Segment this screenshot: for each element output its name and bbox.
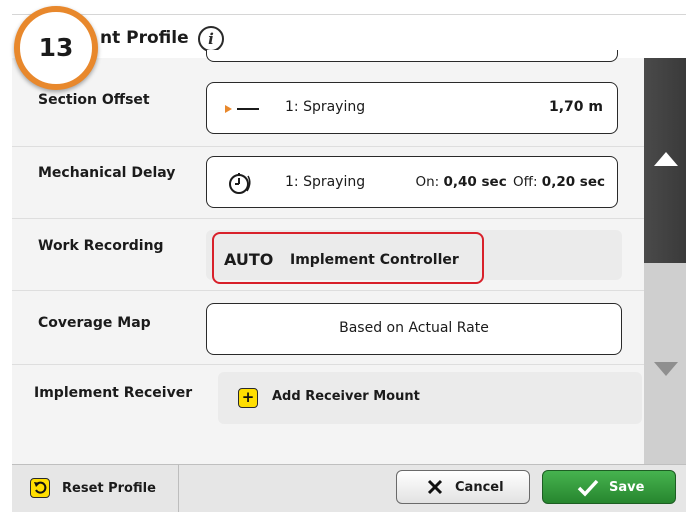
row-divider <box>12 290 644 291</box>
work-recording-mode: AUTO <box>224 250 274 269</box>
add-icon: + <box>238 388 258 408</box>
page-title: nt Profile <box>100 28 189 48</box>
save-check-icon <box>577 479 599 497</box>
cancel-label: Cancel <box>455 480 504 495</box>
delay-off-label: Off: <box>513 174 538 190</box>
scroll-down-icon[interactable] <box>654 362 678 376</box>
scroll-up-icon[interactable] <box>654 152 678 166</box>
row-divider <box>12 218 644 219</box>
row-divider <box>12 146 644 147</box>
section-offset-field[interactable]: 1: Spraying 1,70 m <box>206 82 618 134</box>
step-number-badge: 13 <box>14 6 98 90</box>
delay-values: On: 0,40 sec Off: 0,20 sec <box>415 174 605 190</box>
section-offset-section: 1: Spraying <box>285 99 366 115</box>
work-recording-label: Work Recording <box>38 238 164 254</box>
delay-off-value: 0,20 sec <box>541 174 605 190</box>
coverage-map-field[interactable]: Based on Actual Rate <box>206 303 622 355</box>
implement-receiver-label: Implement Receiver <box>34 385 193 401</box>
footer-divider <box>178 464 179 512</box>
cancel-x-icon <box>427 479 443 495</box>
mechanical-delay-section: 1: Spraying <box>285 174 366 190</box>
timer-icon <box>229 173 251 194</box>
cancel-button[interactable]: Cancel <box>396 470 530 504</box>
add-receiver-mount-label: Add Receiver Mount <box>272 389 420 404</box>
work-recording-source: Implement Controller <box>290 252 459 268</box>
delay-on-value: 0,40 sec <box>443 174 507 190</box>
reset-profile-button[interactable]: Reset Profile <box>24 472 174 504</box>
delay-on-label: On: <box>415 174 440 190</box>
info-icon[interactable]: i <box>198 26 224 52</box>
reset-icon <box>30 478 50 498</box>
coverage-map-value: Based on Actual Rate <box>339 320 489 336</box>
mechanical-delay-field[interactable]: 1: Spraying On: 0,40 sec Off: 0,20 sec <box>206 156 618 208</box>
add-receiver-mount-button[interactable]: + Add Receiver Mount <box>218 372 642 424</box>
coverage-map-label: Coverage Map <box>38 315 151 331</box>
reset-profile-label: Reset Profile <box>62 481 156 496</box>
row-divider <box>12 364 644 365</box>
offset-arrow-icon <box>225 105 259 113</box>
partial-field-above <box>206 50 618 62</box>
implement-profile-screen: nt Profile i Section Offset 1: Spraying … <box>0 0 686 512</box>
section-offset-value: 1,70 m <box>548 99 603 115</box>
mechanical-delay-label: Mechanical Delay <box>38 165 176 181</box>
save-button[interactable]: Save <box>542 470 676 504</box>
save-label: Save <box>609 480 645 495</box>
section-offset-label: Section Offset <box>38 92 150 108</box>
